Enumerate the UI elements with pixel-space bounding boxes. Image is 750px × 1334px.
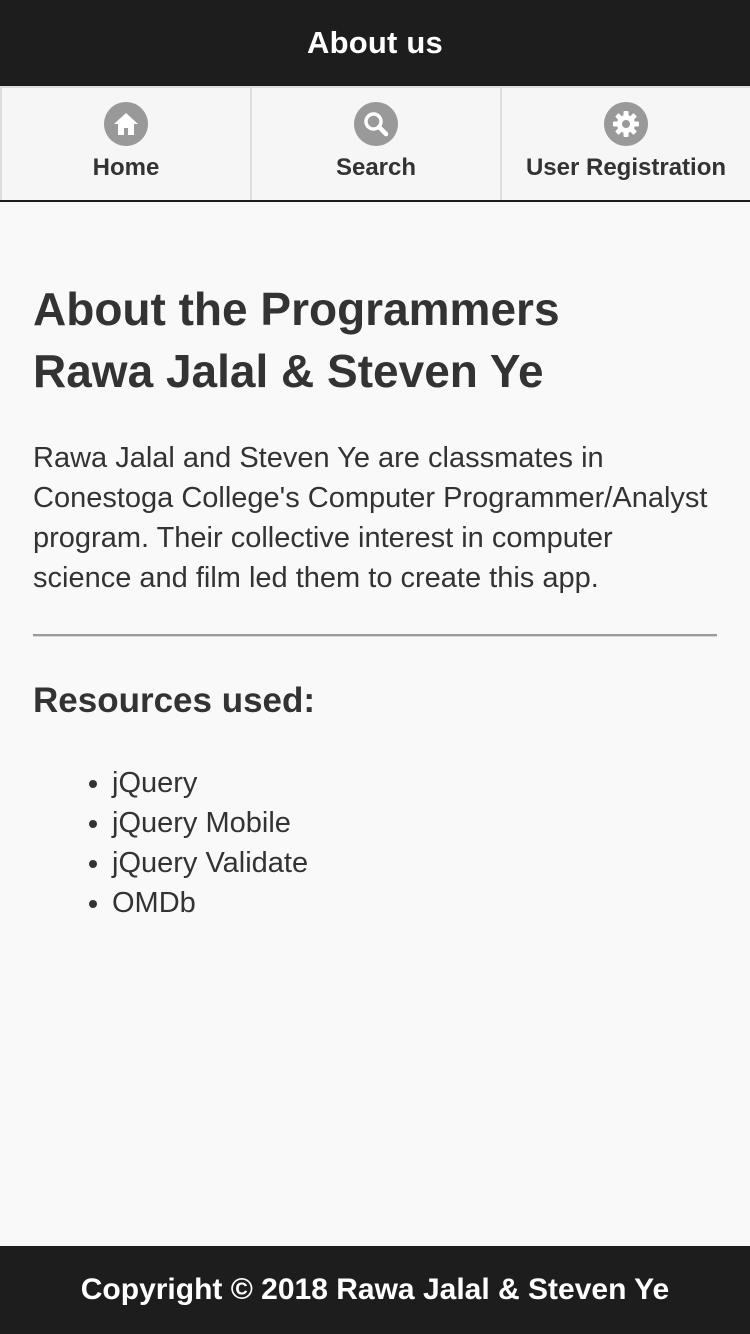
- navbar: Home Search User Registration: [0, 86, 750, 202]
- resource-item: OMDb: [112, 883, 717, 923]
- search-icon: [354, 102, 398, 146]
- main-content: About the Programmers Rawa Jalal & Steve…: [33, 202, 717, 923]
- resource-item: jQuery Mobile: [112, 803, 717, 843]
- about-paragraph: Rawa Jalal and Steven Ye are classmates …: [33, 442, 708, 594]
- nav-label-user-registration: User Registration: [525, 154, 727, 181]
- about-heading-line1: About the Programmers: [33, 283, 560, 335]
- copyright-text: Copyright © 2018 Rawa Jalal & Steven Ye: [80, 1273, 670, 1306]
- gear-icon: [604, 102, 648, 146]
- resources-list: jQuery jQuery Mobile jQuery Validate OMD…: [33, 763, 717, 923]
- page-title: About us: [307, 25, 443, 60]
- header-bar: About us: [0, 0, 750, 86]
- resources-heading: Resources used:: [33, 681, 316, 720]
- resource-item: jQuery: [112, 763, 717, 803]
- nav-item-home[interactable]: Home: [0, 86, 250, 200]
- about-heading: About the Programmers Rawa Jalal & Steve…: [33, 278, 717, 402]
- resource-item: jQuery Validate: [112, 843, 717, 883]
- footer-bar: Copyright © 2018 Rawa Jalal & Steven Ye: [0, 1246, 750, 1334]
- nav-item-user-registration[interactable]: User Registration: [500, 86, 750, 200]
- nav-label-home: Home: [92, 154, 160, 181]
- page: About us Home Search User Registration A…: [0, 0, 750, 1334]
- about-heading-line2: Rawa Jalal & Steven Ye: [33, 345, 544, 397]
- home-icon: [104, 102, 148, 146]
- nav-label-search: Search: [335, 154, 417, 181]
- nav-item-search[interactable]: Search: [250, 86, 500, 200]
- divider: [33, 634, 717, 637]
